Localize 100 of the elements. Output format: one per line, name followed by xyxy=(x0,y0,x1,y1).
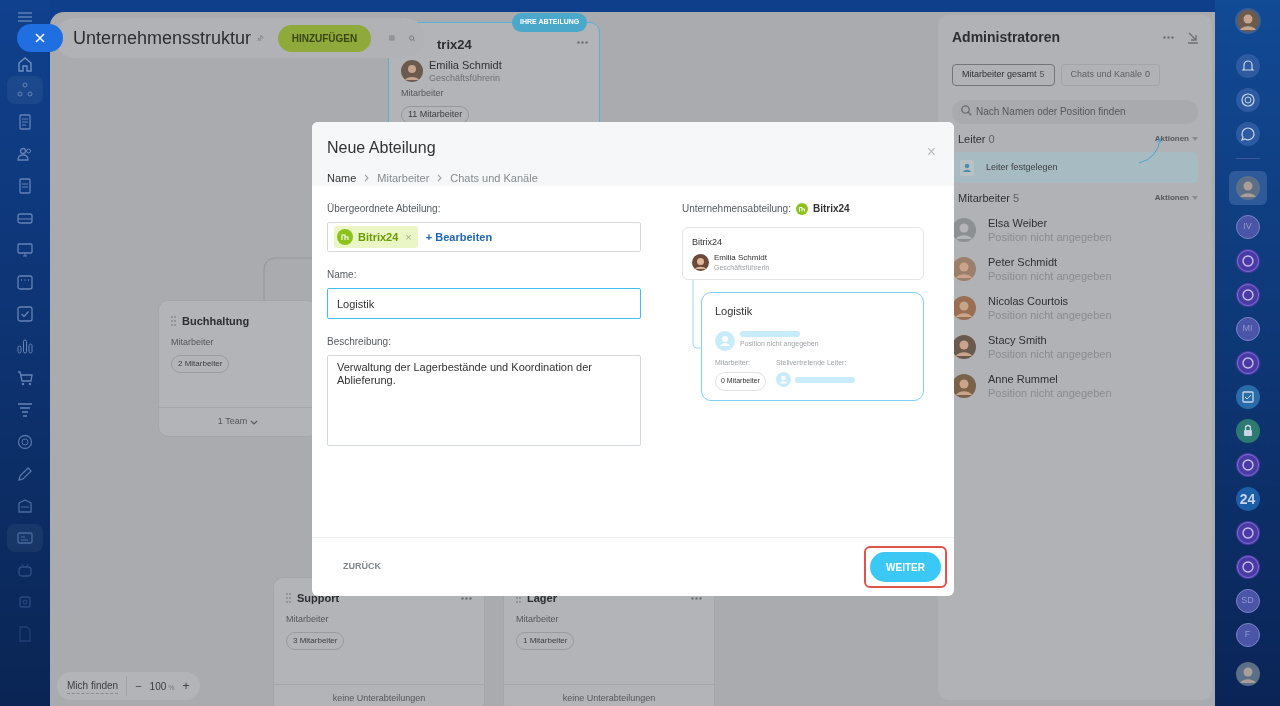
field-label: Mitarbeiter xyxy=(516,612,559,626)
logo-badge[interactable]: 24 xyxy=(1235,487,1260,511)
section-count: 0 xyxy=(988,131,995,147)
lock-icon[interactable] xyxy=(1235,419,1260,443)
person-name: Stacy Smith xyxy=(988,333,1048,347)
drag-handle-icon[interactable] xyxy=(171,316,176,327)
initials-avatar[interactable]: IV xyxy=(1235,215,1260,239)
people-icon[interactable] xyxy=(17,146,33,162)
drag-handle-icon[interactable] xyxy=(286,593,291,604)
department-title: Support xyxy=(297,591,340,606)
initials-avatar[interactable]: SD xyxy=(1235,589,1260,613)
cart-icon[interactable] xyxy=(17,370,33,386)
department-title: Buchhaltung xyxy=(182,314,250,329)
department-title: Logistik xyxy=(715,304,754,319)
avatar-icon xyxy=(952,335,976,359)
edit-link[interactable]: + Bearbeiten xyxy=(425,228,493,246)
more-icon[interactable] xyxy=(577,41,588,44)
avatar-icon xyxy=(952,296,976,320)
back-button[interactable]: ZURÜCK xyxy=(343,560,381,574)
person-role: Geschäftsführerin xyxy=(429,71,502,84)
section-count: 5 xyxy=(1012,191,1020,206)
parent-field[interactable]: Bitrix24 × + Bearbeiten xyxy=(327,222,641,252)
menu-icon[interactable] xyxy=(389,33,395,43)
more-icon[interactable] xyxy=(461,596,472,600)
avatar-placeholder-icon xyxy=(775,372,791,387)
page-icon[interactable] xyxy=(17,178,33,194)
search-icon xyxy=(961,105,972,116)
more-icon[interactable] xyxy=(1163,36,1174,39)
dialog-title: Neue Abteilung xyxy=(327,138,436,158)
close-button[interactable] xyxy=(17,24,63,52)
next-button[interactable]: WEITER xyxy=(870,552,941,582)
actions-dropdown[interactable]: Aktionen xyxy=(1154,132,1198,145)
initials-avatar[interactable]: MI xyxy=(1235,317,1260,341)
search-field[interactable]: Nach Namen oder Position finden xyxy=(952,99,1198,124)
add-button[interactable]: HINZUFÜGEN xyxy=(277,24,372,52)
collapse-icon[interactable] xyxy=(1188,31,1198,44)
department-tag: Bitrix24 × xyxy=(334,226,418,248)
initials-avatar[interactable]: F xyxy=(1235,623,1260,647)
chevron-right-icon xyxy=(364,174,370,183)
card-icon[interactable] xyxy=(17,530,33,546)
funnel-icon[interactable] xyxy=(17,402,33,418)
document-icon[interactable] xyxy=(17,114,33,130)
footer-note: keine Unterabteilungen xyxy=(562,692,656,706)
checkbox-icon[interactable] xyxy=(1235,385,1260,409)
department-title: Lager xyxy=(527,591,557,606)
description-field[interactable]: Verwaltung der Lagerbestände und Koordination der Ablieferung. xyxy=(327,355,641,446)
remove-tag-button[interactable]: × xyxy=(405,228,412,246)
avatar-icon xyxy=(401,60,423,82)
bell-icon[interactable] xyxy=(1235,54,1260,78)
person-name: Emilia Schmidt xyxy=(429,58,502,72)
robot-icon[interactable] xyxy=(17,562,33,578)
zoom-value: 100 xyxy=(149,679,167,694)
avatar-icon xyxy=(952,374,976,398)
target-icon[interactable] xyxy=(17,434,33,450)
person-card-icon xyxy=(960,159,974,176)
section-title: Leiter xyxy=(958,131,986,147)
menu-icon[interactable] xyxy=(18,12,32,22)
checkbox-icon[interactable] xyxy=(17,306,33,322)
storage-icon[interactable] xyxy=(17,498,33,514)
field-label: Name: xyxy=(327,268,358,282)
chevron-down-icon xyxy=(250,419,259,425)
close-icon xyxy=(35,33,45,43)
footer-note: keine Unterabteilungen xyxy=(332,692,426,706)
circles-icon[interactable] xyxy=(17,82,33,98)
field-label: Mitarbeiter xyxy=(286,612,329,626)
home-icon[interactable] xyxy=(17,56,33,72)
calendar-icon[interactable] xyxy=(17,274,33,290)
step-link[interactable]: Mitarbeiter xyxy=(377,170,430,187)
person-name: Nicolas Courtois xyxy=(988,294,1070,308)
filter-tab[interactable]: Mitarbeiter gesamt 5 xyxy=(952,64,1055,86)
panel-title: Administratoren xyxy=(952,28,1061,47)
teams-toggle[interactable]: 1 Team xyxy=(217,415,248,429)
pencil-icon[interactable] xyxy=(17,466,33,482)
avatar-icon xyxy=(952,218,976,242)
person-name: Elsa Weiber xyxy=(988,216,1049,230)
section-title: Mitarbeiter xyxy=(958,191,1010,206)
field-label: Übergeordnete Abteilung: xyxy=(327,202,442,216)
chevron-right-icon xyxy=(437,174,443,183)
drive-icon[interactable] xyxy=(17,210,33,226)
zoom-in-button[interactable]: + xyxy=(182,677,190,695)
actions-dropdown[interactable]: Aktionen xyxy=(1154,192,1198,205)
company-name: Bitrix24 xyxy=(812,202,850,216)
step-link[interactable]: Name xyxy=(327,170,357,187)
building-icon xyxy=(795,202,808,215)
zoom-out-button[interactable]: − xyxy=(135,677,142,695)
avatar-icon xyxy=(952,257,976,281)
find-me-link[interactable]: Mich finden xyxy=(67,678,119,694)
chip-icon[interactable] xyxy=(17,594,33,610)
department-title: Bitrix24 xyxy=(692,236,723,249)
bar-chart-icon[interactable] xyxy=(17,338,33,354)
avatar-icon[interactable] xyxy=(1234,8,1261,34)
avatar-icon[interactable] xyxy=(1235,176,1260,200)
screen-icon[interactable] xyxy=(17,242,33,258)
name-field[interactable]: Logistik xyxy=(327,288,641,319)
person-name: Peter Schmidt xyxy=(988,255,1059,269)
filter-tab[interactable]: Chats und Kanäle 0 xyxy=(1060,64,1161,86)
step-link[interactable]: Chats und Kanäle xyxy=(450,170,538,187)
page-title: Unternehmensstruktur xyxy=(73,26,252,50)
more-icon[interactable] xyxy=(691,596,702,600)
avatar-icon[interactable] xyxy=(1235,662,1260,686)
